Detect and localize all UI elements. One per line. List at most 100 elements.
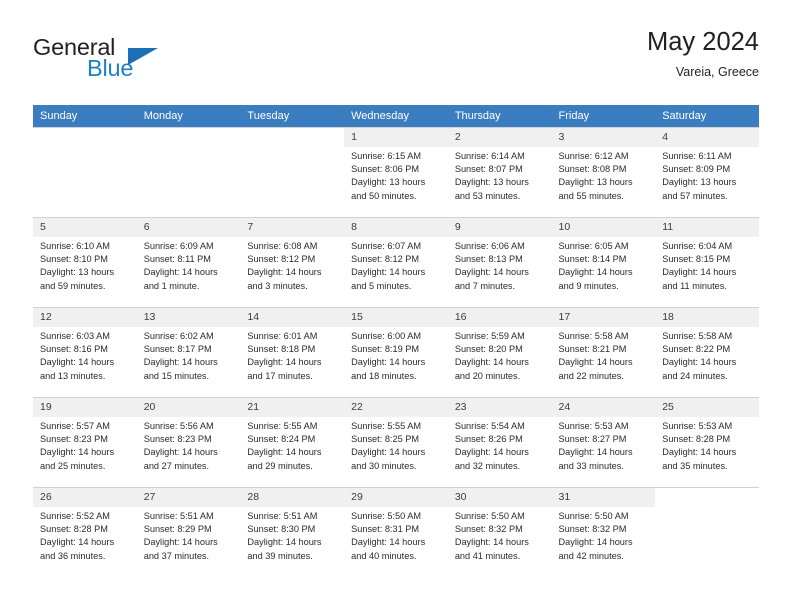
sunrise-text: Sunrise: 6:02 AM [143,331,214,341]
sunset-text: Sunset: 8:24 PM [247,434,316,445]
day-number: 29 [344,488,448,507]
day-number: 5 [33,218,137,237]
calendar-cell[interactable]: 10 Sunrise: 6:05 AM Sunset: 8:14 PM Dayligh… [551,217,656,307]
daylight-text-line2: and 29 minutes. [247,460,313,471]
calendar-week-row: 1 Sunrise: 6:15 AM Sunset: 8:06 PM Daylight… [33,127,759,217]
day-details [655,507,759,510]
day-details: Sunrise: 5:53 AM Sunset: 8:27 PM Daylight:… [552,417,656,473]
calendar-cell[interactable]: 15 Sunrise: 6:00 AM Sunset: 8:19 PM Dayligh… [344,307,448,397]
calendar-cell[interactable]: 4 Sunrise: 6:11 AM Sunset: 8:09 PM Daylight… [655,127,759,217]
brand-logo[interactable]: General Blue [33,34,263,94]
daylight-text-line2: and 36 minutes. [40,550,106,561]
calendar-cell[interactable] [655,487,759,577]
calendar-cell[interactable]: 22 Sunrise: 5:55 AM Sunset: 8:25 PM Dayligh… [344,397,448,487]
calendar-cell[interactable]: 11 Sunrise: 6:04 AM Sunset: 8:15 PM Dayligh… [655,217,759,307]
daylight-text-line2: and 39 minutes. [247,550,313,561]
day-details [33,147,137,150]
day-details: Sunrise: 6:05 AM Sunset: 8:14 PM Daylight:… [552,237,656,293]
day-details [137,147,241,150]
calendar-cell[interactable] [33,127,137,217]
calendar-week-row: 5 Sunrise: 6:10 AM Sunset: 8:10 PM Daylight… [33,217,759,307]
day-number: 3 [551,128,656,147]
sunset-text: Sunset: 8:07 PM [454,164,523,175]
calendar-cell[interactable]: 9 Sunrise: 6:06 AM Sunset: 8:13 PM Daylight… [447,217,552,307]
day-details: Sunrise: 5:54 AM Sunset: 8:26 PM Daylight:… [448,417,552,473]
calendar-cell[interactable]: 28 Sunrise: 5:51 AM Sunset: 8:30 PM Dayligh… [240,487,345,577]
calendar-cell[interactable]: 14 Sunrise: 6:01 AM Sunset: 8:18 PM Dayligh… [240,307,345,397]
day-number: 18 [655,308,759,327]
sunset-text: Sunset: 8:12 PM [247,254,316,265]
sunrise-text: Sunrise: 5:55 AM [351,421,422,431]
sunset-text: Sunset: 8:31 PM [351,524,420,535]
sunset-text: Sunset: 8:11 PM [143,254,211,265]
calendar-cell[interactable]: 21 Sunrise: 5:55 AM Sunset: 8:24 PM Dayligh… [240,397,345,487]
calendar-cell[interactable]: 31 Sunrise: 5:50 AM Sunset: 8:32 PM Dayligh… [551,487,656,577]
calendar-cell[interactable]: 19 Sunrise: 5:57 AM Sunset: 8:23 PM Dayligh… [33,397,137,487]
weekday-header-sunday: Sunday [33,105,137,127]
daylight-text-line2: and 37 minutes. [143,550,210,561]
daylight-text-line2: and 35 minutes. [662,460,728,471]
day-number: 31 [551,488,656,507]
calendar-cell[interactable]: 30 Sunrise: 5:50 AM Sunset: 8:32 PM Dayligh… [447,487,552,577]
day-number [136,128,241,147]
calendar-cell[interactable]: 2 Sunrise: 6:14 AM Sunset: 8:07 PM Daylight… [447,127,552,217]
sunrise-text: Sunrise: 5:53 AM [662,421,733,431]
calendar-cell[interactable]: 29 Sunrise: 5:50 AM Sunset: 8:31 PM Dayligh… [344,487,448,577]
calendar-cell[interactable]: 3 Sunrise: 6:12 AM Sunset: 8:08 PM Daylight… [551,127,656,217]
daylight-text-line2: and 11 minutes. [662,280,727,291]
daylight-text-line1: Daylight: 14 hours [454,447,529,458]
day-number [33,128,137,147]
calendar-cell[interactable] [240,127,345,217]
daylight-text-line2: and 27 minutes. [143,460,210,471]
calendar-cell[interactable]: 1 Sunrise: 6:15 AM Sunset: 8:06 PM Daylight… [344,127,448,217]
calendar-cell[interactable]: 6 Sunrise: 6:09 AM Sunset: 8:11 PM Daylight… [136,217,241,307]
calendar-week-row: 12 Sunrise: 6:03 AM Sunset: 8:16 PM Dayligh… [33,307,759,397]
calendar-cell[interactable]: 8 Sunrise: 6:07 AM Sunset: 8:12 PM Daylight… [344,217,448,307]
calendar-header-row: Sunday Monday Tuesday Wednesday Thursday… [33,105,759,127]
day-details: Sunrise: 6:11 AM Sunset: 8:09 PM Daylight:… [655,147,759,203]
calendar-cell[interactable]: 26 Sunrise: 5:52 AM Sunset: 8:28 PM Dayligh… [33,487,137,577]
sunrise-text: Sunrise: 6:06 AM [454,241,525,251]
page-title: May 2024 [647,28,759,56]
sunrise-text: Sunrise: 6:15 AM [351,151,422,161]
calendar-cell[interactable]: 18 Sunrise: 5:58 AM Sunset: 8:22 PM Dayligh… [655,307,759,397]
calendar-cell[interactable]: 25 Sunrise: 5:53 AM Sunset: 8:28 PM Dayligh… [655,397,759,487]
calendar-cell[interactable]: 16 Sunrise: 5:59 AM Sunset: 8:20 PM Dayligh… [447,307,552,397]
day-details: Sunrise: 5:50 AM Sunset: 8:31 PM Daylight:… [344,507,448,563]
daylight-text-line2: and 22 minutes. [558,370,624,381]
daylight-text-line2: and 24 minutes. [662,370,728,381]
sunrise-text: Sunrise: 5:51 AM [143,511,214,521]
title-block: May 2024 Vareia, Greece [647,28,759,79]
calendar-body: 1 Sunrise: 6:15 AM Sunset: 8:06 PM Daylight… [33,127,759,577]
day-number: 23 [447,398,552,417]
calendar-cell[interactable]: 12 Sunrise: 6:03 AM Sunset: 8:16 PM Dayligh… [33,307,137,397]
calendar-cell[interactable]: 24 Sunrise: 5:53 AM Sunset: 8:27 PM Dayligh… [551,397,656,487]
calendar-cell[interactable]: 20 Sunrise: 5:56 AM Sunset: 8:23 PM Dayligh… [136,397,241,487]
sunrise-text: Sunrise: 6:12 AM [558,151,629,161]
calendar-cell[interactable] [136,127,241,217]
daylight-text-line2: and 25 minutes. [40,460,106,471]
sunrise-text: Sunrise: 5:50 AM [558,511,629,521]
calendar-cell[interactable]: 17 Sunrise: 5:58 AM Sunset: 8:21 PM Dayligh… [551,307,656,397]
sunrise-text: Sunrise: 5:56 AM [143,421,214,431]
sunrise-text: Sunrise: 6:03 AM [40,331,110,341]
daylight-text-line2: and 18 minutes. [351,370,417,381]
sunset-text: Sunset: 8:16 PM [40,344,108,355]
sunset-text: Sunset: 8:23 PM [143,434,212,445]
calendar-cell[interactable]: 5 Sunrise: 6:10 AM Sunset: 8:10 PM Daylight… [33,217,137,307]
day-number: 30 [447,488,552,507]
daylight-text-line2: and 55 minutes. [558,190,624,201]
day-number: 8 [344,218,448,237]
sunset-text: Sunset: 8:27 PM [558,434,627,445]
daylight-text-line1: Daylight: 13 hours [40,267,115,278]
calendar-cell[interactable]: 23 Sunrise: 5:54 AM Sunset: 8:26 PM Dayligh… [447,397,552,487]
day-number: 27 [136,488,241,507]
calendar-cell[interactable]: 7 Sunrise: 6:08 AM Sunset: 8:12 PM Daylight… [240,217,345,307]
calendar-cell[interactable]: 27 Sunrise: 5:51 AM Sunset: 8:29 PM Dayligh… [136,487,241,577]
calendar-cell[interactable]: 13 Sunrise: 6:02 AM Sunset: 8:17 PM Dayligh… [136,307,241,397]
daylight-text-line2: and 41 minutes. [454,550,521,561]
daylight-text-line1: Daylight: 14 hours [558,447,633,458]
daylight-text-line2: and 59 minutes. [40,280,106,291]
day-details: Sunrise: 5:56 AM Sunset: 8:23 PM Daylight:… [137,417,241,473]
day-details: Sunrise: 6:15 AM Sunset: 8:06 PM Daylight:… [344,147,448,203]
